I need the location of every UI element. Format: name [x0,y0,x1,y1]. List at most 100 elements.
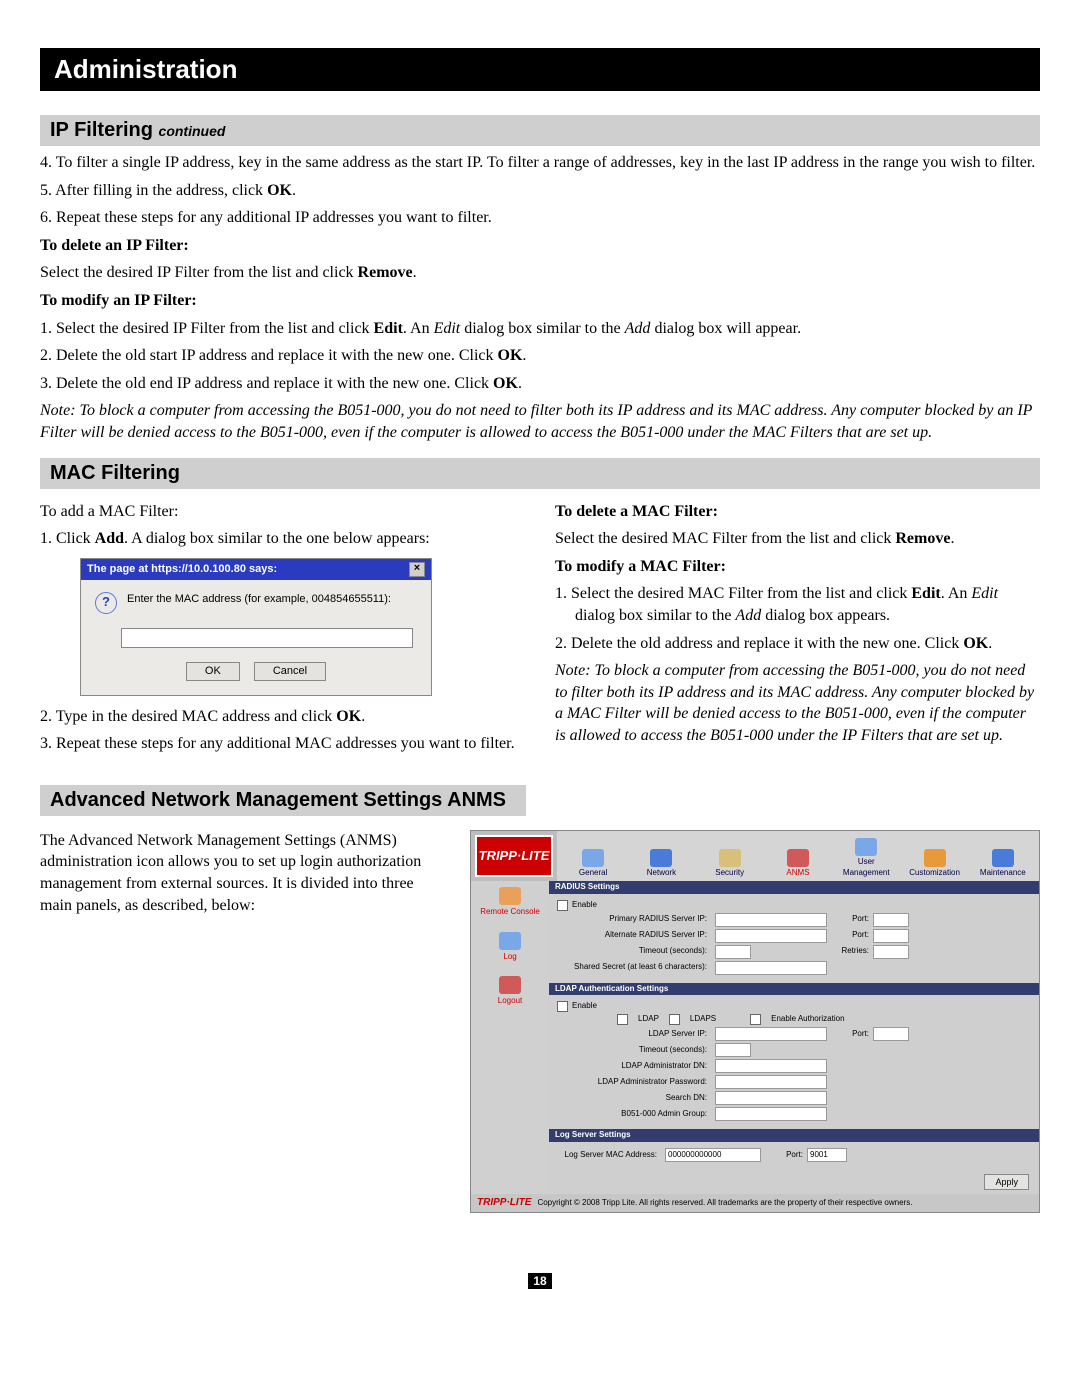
ldap-admin-pw-input[interactable] [715,1075,827,1089]
page-number: 18 [528,1273,552,1289]
close-icon[interactable]: × [409,562,425,577]
txt: dialog box similar to the [575,607,735,624]
dialog-message: Enter the MAC address (for example, 0048… [127,592,417,607]
primary-radius-port-input[interactable] [873,913,909,927]
tab-user-management[interactable]: User Management [834,838,898,879]
txt: dialog box similar to the [460,320,624,337]
log-port-input[interactable]: 9001 [807,1148,847,1162]
enable-radius-checkbox[interactable] [557,900,568,911]
txt: Edit [971,585,998,602]
ldap-heading: LDAP Authentication Settings [549,983,1039,996]
lbl: LDAP [638,1014,659,1025]
txt: Select the desired MAC Filter from the l… [555,530,895,547]
lbl: Enable Authorization [771,1014,844,1025]
lbl: Log Server MAC Address: [557,1150,661,1161]
alt-radius-ip-input[interactable] [715,929,827,943]
mac-add-intro: To add a MAC Filter: [40,501,525,523]
dialog-title: The page at https://10.0.100.80 says: [87,562,277,577]
radius-retries-input[interactable] [873,945,909,959]
txt: User Management [843,857,890,877]
txt: ANMS [786,868,809,877]
enable-label: Enable [572,1001,597,1012]
mac-a3: 3. Repeat these steps for any additional… [40,733,525,755]
ldap-admin-dn-input[interactable] [715,1059,827,1073]
ldap-server-ip-input[interactable] [715,1027,827,1041]
txt: Network [647,868,676,877]
section-anms: Advanced Network Management Settings ANM… [40,785,526,816]
txt: 1. Select the desired IP Filter from the… [40,320,374,337]
ip-step6: 6. Repeat these steps for any additional… [40,207,1040,229]
shared-secret-input[interactable] [715,961,827,975]
mac-mm1: 1. Select the desired MAC Filter from th… [555,583,1040,626]
txt: Maintenance [980,868,1026,877]
txt: . [292,182,296,199]
ldaps-radio[interactable] [669,1014,680,1025]
ldap-radio[interactable] [617,1014,628,1025]
lbl: LDAP Administrator Password: [557,1077,711,1088]
txt: dialog box will appear. [650,320,801,337]
txt: Remove [358,264,413,281]
ip-filter-heading: IP Filtering [50,119,153,141]
lbl: Port: [831,1029,869,1040]
ok-button[interactable]: OK [186,662,240,681]
lbl: LDAP Administrator DN: [557,1061,711,1072]
txt: OK [963,635,988,652]
txt: . A dialog box similar to the one below … [124,530,430,547]
txt: Add [735,607,761,624]
ip-m2: 2. Delete the old start IP address and r… [40,345,1040,367]
tab-customization[interactable]: Customization [902,849,966,879]
ip-filter-heading-sub: continued [159,123,226,139]
log-mac-input[interactable]: 000000000000 [665,1148,761,1162]
apply-button[interactable]: Apply [984,1174,1029,1190]
txt: . An [941,585,972,602]
txt: dialog box appears. [761,607,890,624]
txt: Log [503,952,516,961]
ip-delete-heading: To delete an IP Filter: [40,237,189,254]
txt: OK [267,182,292,199]
ldap-timeout-input[interactable] [715,1043,751,1057]
lbl: Primary RADIUS Server IP: [557,914,711,925]
mac-a1: 1. Click Add. A dialog box similar to th… [40,528,525,550]
txt: 1. Click [40,530,95,547]
ip-step4: 4. To filter a single IP address, key in… [40,152,1040,174]
anms-intro: The Advanced Network Management Settings… [40,830,440,1213]
tab-general[interactable]: General [561,849,625,879]
txt: Select the desired IP Filter from the li… [40,264,358,281]
admin-group-input[interactable] [715,1107,827,1121]
search-dn-input[interactable] [715,1091,827,1105]
txt: Add [625,320,651,337]
txt: . [518,375,522,392]
lbl: B051-000 Admin Group: [557,1109,711,1120]
page-title-bar: Administration [40,48,1040,91]
tab-security[interactable]: Security [698,849,762,879]
question-icon: ? [95,592,117,614]
tripp-lite-logo: TRIPP·LITE [475,835,553,877]
alt-radius-port-input[interactable] [873,929,909,943]
txt: Customization [909,868,960,877]
tab-anms[interactable]: ANMS [766,849,830,879]
primary-radius-ip-input[interactable] [715,913,827,927]
txt: Remove [895,530,950,547]
log-server-heading: Log Server Settings [549,1129,1039,1142]
enable-auth-checkbox[interactable] [750,1014,761,1025]
txt: . An [403,320,434,337]
lbl: Retries: [831,946,869,957]
lbl: LDAP Server IP: [557,1029,711,1040]
tab-network[interactable]: Network [629,849,693,879]
txt: . [950,530,954,547]
cancel-button[interactable]: Cancel [254,662,326,681]
ldap-port-input[interactable] [873,1027,909,1041]
sidebar-logout[interactable]: Logout [471,976,549,1007]
txt: 2. Delete the old start IP address and r… [40,347,498,364]
enable-ldap-checkbox[interactable] [557,1001,568,1012]
mac-address-input[interactable] [121,628,413,648]
lbl: LDAPS [690,1014,716,1025]
sidebar-log[interactable]: Log [471,932,549,963]
radius-timeout-input[interactable] [715,945,751,959]
anms-sidebar: Remote Console Log Logout [471,881,549,1195]
tab-maintenance[interactable]: Maintenance [971,849,1035,879]
sidebar-remote-console[interactable]: Remote Console [471,887,549,918]
mac-mm2: 2. Delete the old address and replace it… [555,633,1040,655]
txt: Edit [374,320,403,337]
txt: . [522,347,526,364]
